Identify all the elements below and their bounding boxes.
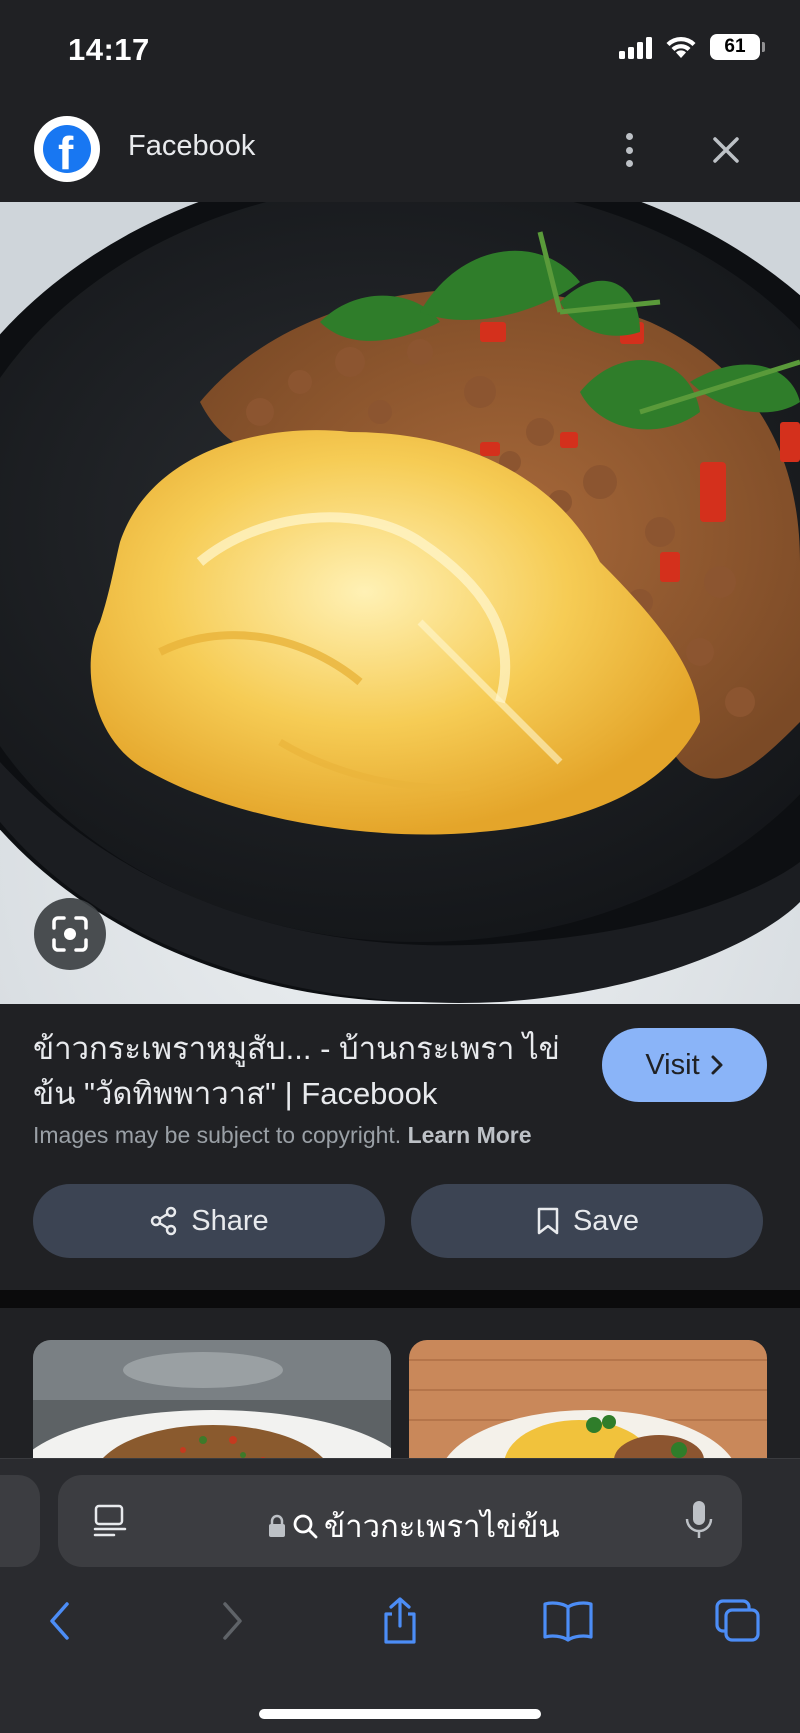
address-bar[interactable]: ข้าวกะเพราไข่ข้น [58,1475,742,1567]
share-label: Share [191,1204,269,1237]
cellular-signal-icon [619,35,652,59]
address-text[interactable]: ข้าวกะเพราไข่ข้น [268,1501,560,1551]
share-button[interactable]: Share [33,1184,385,1258]
tabs-button[interactable] [708,1591,768,1651]
food-photo [0,202,800,1004]
share-out-icon [384,1597,416,1644]
save-label: Save [572,1204,640,1237]
copyright-notice: Images may be subject to copyright. Lear… [33,1122,532,1149]
forward-icon [223,1602,242,1640]
related-image-2[interactable] [409,1340,767,1458]
visit-button[interactable]: Visit [602,1028,767,1102]
browser-nav-row [0,1591,800,1661]
result-info-panel: ข้าวกระเพราหมูสับ... - บ้านกระเพรา ไข่ข้… [0,1004,800,1290]
forward-button[interactable] [202,1591,262,1651]
back-icon [50,1602,69,1640]
tabs-icon [715,1599,760,1642]
search-icon [293,1514,318,1539]
related-images [0,1308,800,1458]
learn-more-link[interactable]: Learn More [408,1122,532,1148]
status-icons: 61 [619,34,765,60]
lens-icon [52,916,88,952]
previous-tab-peek[interactable] [0,1475,40,1567]
status-time: 14:17 [68,32,150,67]
more-vert-icon[interactable] [614,128,644,172]
status-bar: 14:17 61 [0,0,800,100]
battery-icon: 61 [710,34,765,60]
address-query: ข้าวกะเพราไข่ข้น [324,1509,560,1544]
result-title[interactable]: ข้าวกระเพราหมูสับ... - บ้านกระเพรา ไข่ข้… [33,1026,573,1116]
lock-icon [269,1514,285,1537]
source-title[interactable]: Facebook [128,130,255,163]
mic-icon[interactable] [684,1499,714,1541]
related-image-1[interactable] [33,1340,391,1458]
save-button[interactable]: Save [411,1184,763,1258]
main-image[interactable] [0,202,800,1004]
facebook-logo[interactable]: f [34,116,100,182]
chevron-right-icon [711,1055,723,1075]
bookmark-icon [537,1207,559,1235]
facebook-logo-icon: f [43,125,91,173]
browser-toolbar: ข้าวกะเพราไข่ข้น [0,1458,800,1733]
back-button[interactable] [30,1591,90,1651]
visit-label: Visit [645,1048,700,1081]
close-icon[interactable] [706,130,746,170]
battery-level: 61 [724,36,746,57]
home-indicator[interactable] [259,1709,541,1719]
viewer-header: f Facebook [0,100,800,202]
book-icon [543,1601,593,1642]
share-page-button[interactable] [370,1591,430,1651]
copyright-text: Images may be subject to copyright. [33,1122,402,1148]
share-icon [151,1206,177,1236]
wifi-icon [666,36,696,58]
reader-icon[interactable] [92,1503,128,1539]
lens-button[interactable] [34,898,106,970]
bookmarks-button[interactable] [538,1591,598,1651]
section-divider [0,1290,800,1308]
